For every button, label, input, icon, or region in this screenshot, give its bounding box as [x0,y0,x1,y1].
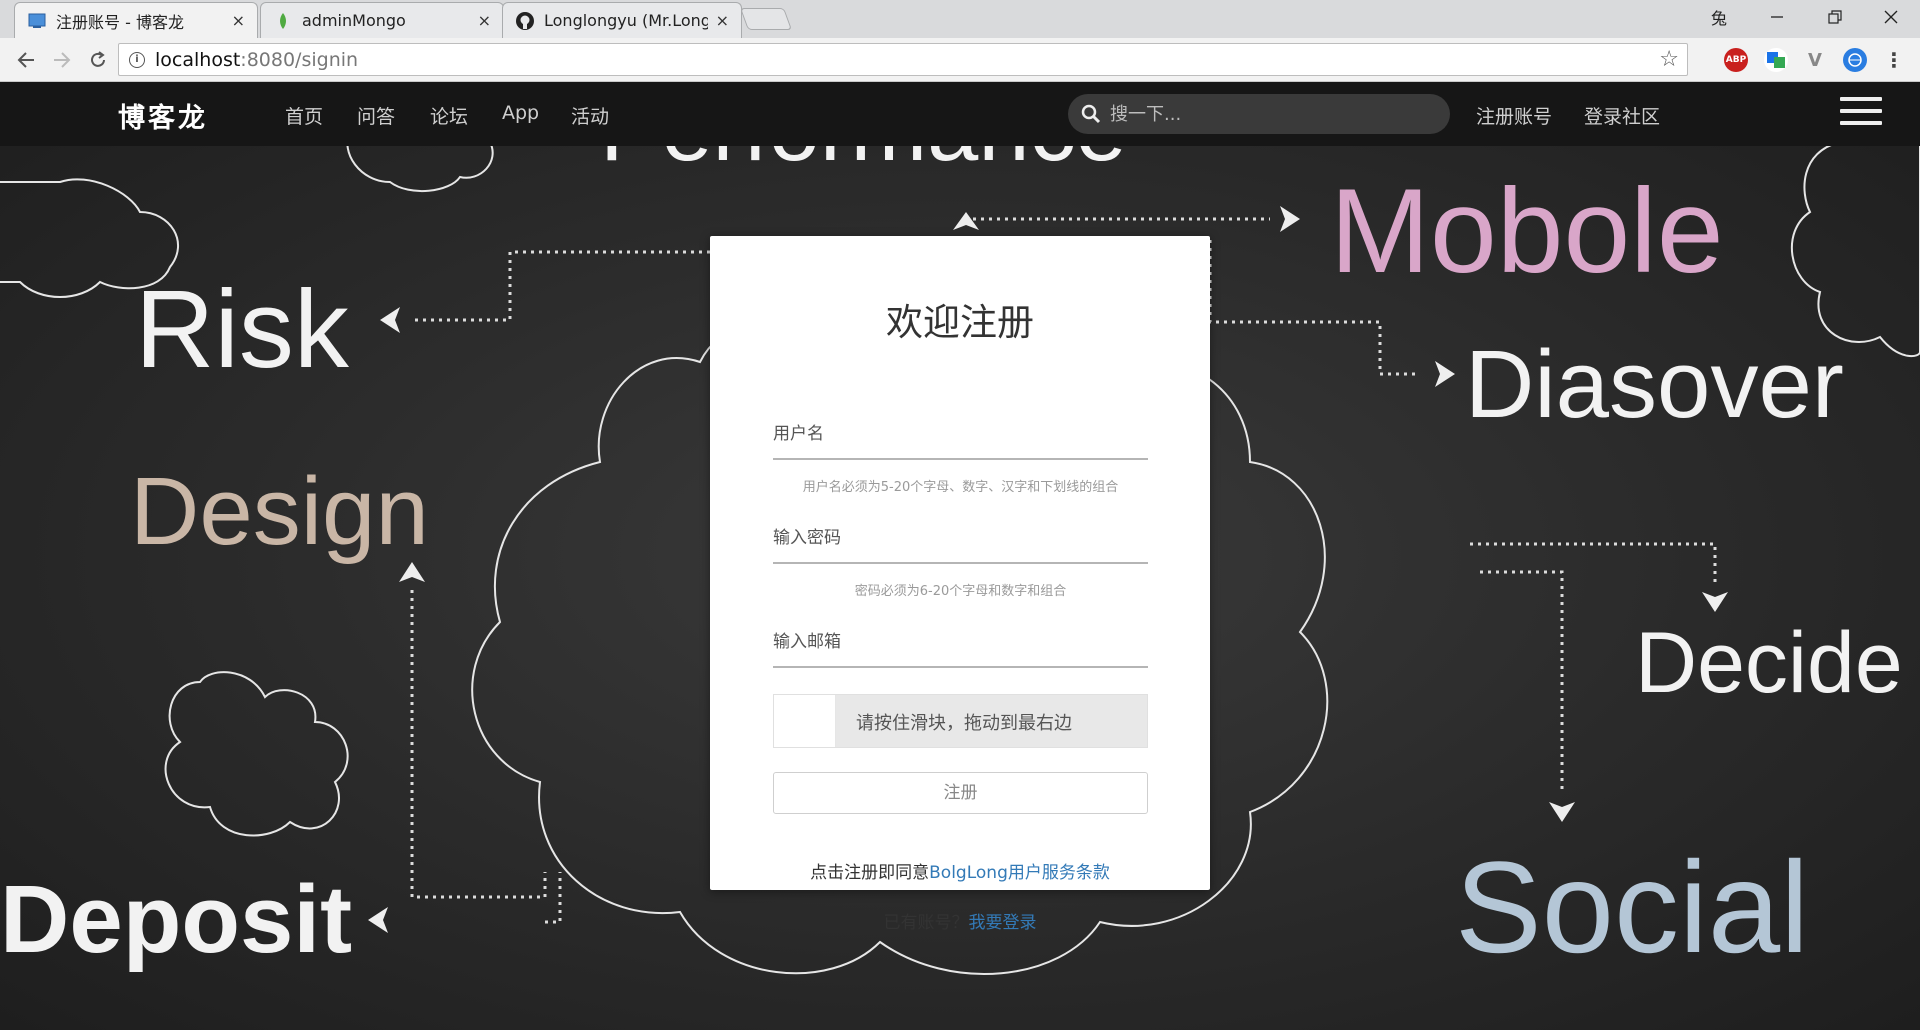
new-tab-button[interactable] [739,8,793,30]
arrow-right-icon [54,52,71,68]
username-hint: 用户名必须为5-20个字母、数字、汉字和下划线的组合 [802,480,1119,495]
menu-kebab-icon[interactable]: ⋮ [1882,48,1906,72]
reload-button[interactable] [84,46,112,74]
cloud-outline [1791,141,1920,358]
v-extension-icon[interactable]: V [1803,48,1827,72]
page-icon [28,13,46,28]
restore-button[interactable] [1806,0,1864,34]
terms-line: 点击注册即同意BolgLong用户服务条款 [710,858,1210,883]
tab-adminmongo[interactable]: adminMongo × [260,2,504,38]
back-button[interactable] [12,46,40,74]
profile-icon[interactable]: 兔 [1690,0,1748,34]
github-icon [516,11,534,30]
tab-label: Longlongyu (Mr.Long) [544,11,708,30]
reload-icon [91,51,105,67]
login-prefix: 已有账号？ [883,913,969,933]
forward-button[interactable] [48,46,76,74]
address-bar[interactable]: i localhost :8080/signin ☆ [118,43,1688,76]
site-logo[interactable]: 博客龙 [118,96,208,135]
site-search[interactable] [1068,94,1450,134]
dotted-connector [1470,542,1717,582]
slider-handle[interactable] [774,695,836,747]
browser-toolbar: i localhost :8080/signin ☆ ABP V ⋮ [0,38,1920,82]
globe-extension-icon[interactable] [1843,48,1867,72]
info-icon[interactable]: i [129,51,145,68]
password-hint: 密码必须为6-20个字母和数字和组合 [854,584,1067,599]
minimize-button[interactable] [1748,0,1806,34]
cloud-outline [164,671,349,837]
translate-extension-icon[interactable] [1764,48,1788,72]
url-host: localhost [155,48,241,71]
site-navbar: 博客龙 首页 问答 论坛 App 活动 注册账号 登录社区 [0,82,1920,146]
bg-word-design: Design [130,458,429,565]
slider-text: 请按住滑块，拖动到最右边 [856,713,1072,734]
search-icon [1081,104,1101,124]
nav-login-link[interactable]: 登录社区 [1584,102,1660,129]
arrow-head [1702,592,1728,612]
dotted-connector [545,872,562,924]
nav-link-qa[interactable]: 问答 [357,102,395,129]
username-input[interactable] [773,410,1148,458]
tab-close-icon[interactable]: × [716,11,729,30]
terms-prefix: 点击注册即同意 [810,863,930,883]
adblock-extension-icon[interactable]: ABP [1724,48,1748,72]
mongo-leaf-icon [280,12,286,29]
arrow-head [399,562,425,582]
tab-register[interactable]: 注册账号 - 博客龙 × [14,2,258,38]
close-window-button[interactable] [1862,0,1920,34]
username-field[interactable] [773,410,1148,460]
tab-github[interactable]: Longlongyu (Mr.Long) × [502,2,742,38]
browser-tab-bar: 注册账号 - 博客龙 × adminMongo × Longlongyu (Mr… [0,0,1920,38]
close-icon [1884,10,1898,24]
register-card: 欢迎注册 用户名必须为5-20个字母、数字、汉字和下划线的组合 密码必须为6-2… [710,236,1210,933]
terms-link[interactable]: BolgLong用户服务条款 [929,863,1110,883]
form-title: 欢迎注册 [886,301,1034,344]
hamburger-menu-icon[interactable] [1840,97,1882,131]
arrow-head [1435,361,1455,387]
arrow-head [368,907,388,933]
slide-verify: 请按住滑块，拖动到最右边 [773,694,1148,748]
email-input[interactable] [773,618,1148,666]
search-input[interactable] [1110,103,1430,125]
login-link[interactable]: 我要登录 [969,913,1037,933]
nav-link-forum[interactable]: 论坛 [430,102,468,129]
arrow-head [380,307,400,333]
bg-word-deposit: Deposit [0,866,352,973]
bg-word-decide: Decide [1635,615,1903,711]
arrow-head [1280,206,1300,232]
nav-link-home[interactable]: 首页 [285,102,323,129]
tab-close-icon[interactable]: × [478,11,491,30]
nav-register-link[interactable]: 注册账号 [1476,102,1552,129]
nav-link-events[interactable]: 活动 [571,102,609,129]
page-viewport: Performance Mobole Risk Diasover Design … [0,82,1920,1030]
arrow-head [953,212,979,230]
dotted-connector [1480,570,1564,792]
login-line: 已有账号？我要登录 [710,908,1210,933]
bg-word-risk: Risk [135,268,350,391]
bookmark-star-icon[interactable]: ☆ [1659,47,1679,72]
password-field[interactable] [773,514,1148,564]
bg-word-mobole: Mobole [1330,164,1724,298]
bg-word-diasover: Diasover [1465,331,1844,438]
dotted-connector [415,250,710,322]
arrow-left-icon [17,52,34,68]
tab-label: adminMongo [302,11,406,30]
tab-label: 注册账号 - 博客龙 [56,12,184,32]
register-button[interactable]: 注册 [773,772,1148,814]
dotted-connector [410,590,547,899]
bg-word-social: Social [1455,834,1809,980]
nav-link-app[interactable]: App [502,102,539,124]
minimize-icon [1771,16,1783,18]
url-path: :8080/signin [240,48,359,71]
arrow-head [1549,802,1575,822]
email-field[interactable] [773,618,1148,668]
tab-close-icon[interactable]: × [232,11,245,30]
restore-icon [1828,10,1842,24]
password-input[interactable] [773,514,1148,562]
